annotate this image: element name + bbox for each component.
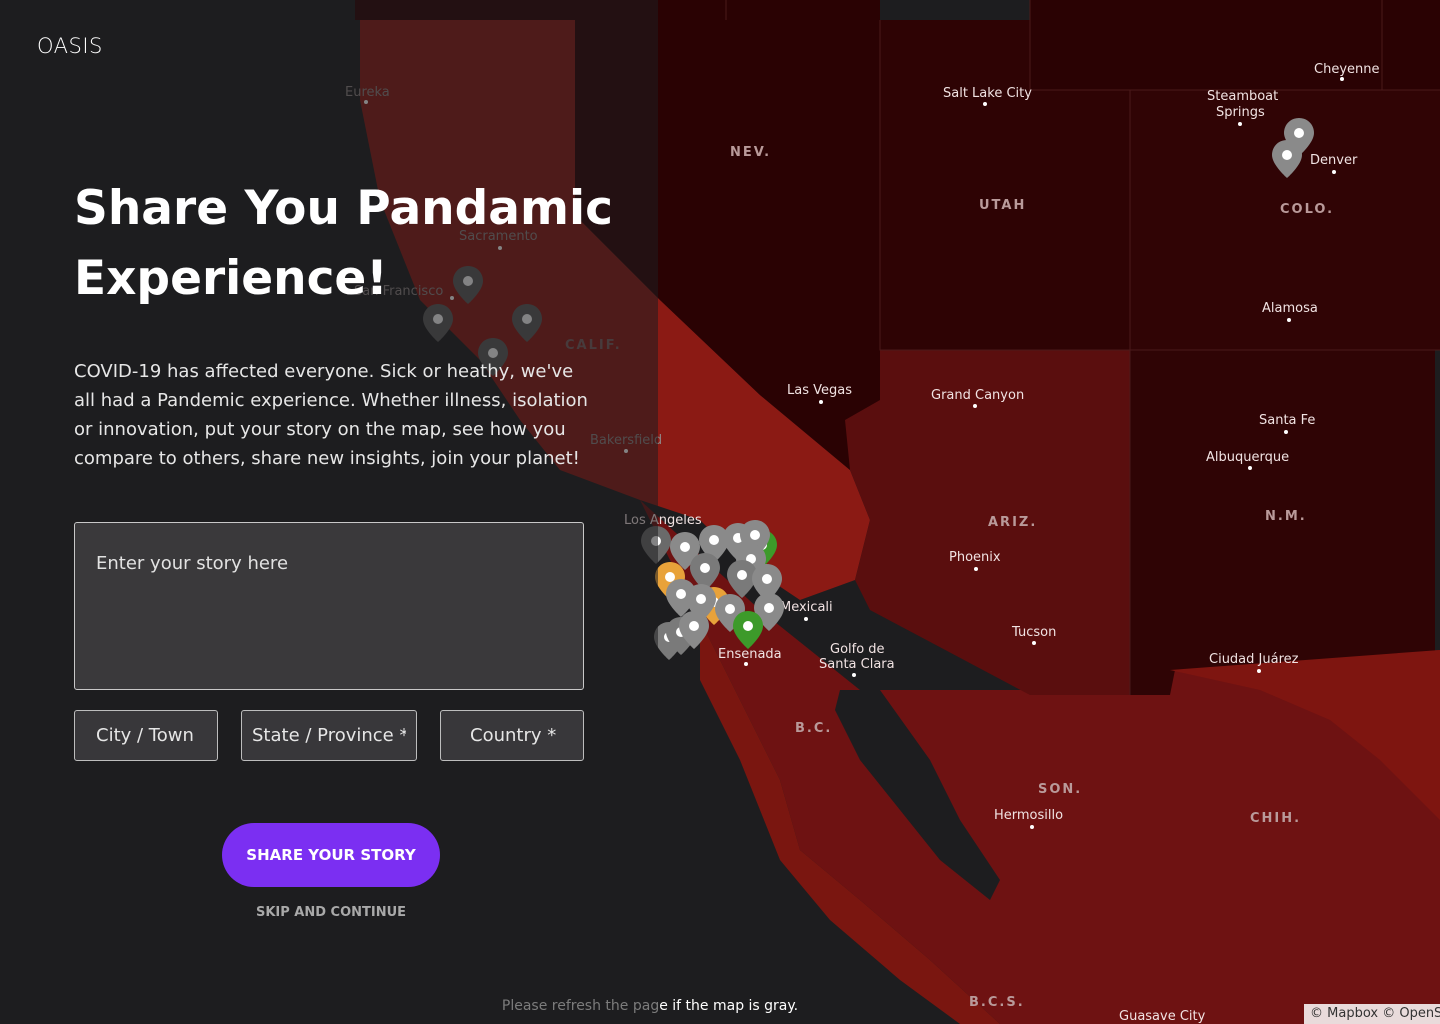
country-field[interactable] (440, 710, 584, 761)
app-logo[interactable]: OASIS (37, 34, 103, 58)
city-label-mexicali: Mexicali (780, 600, 833, 615)
city-label-phoenix: Phoenix (949, 550, 1001, 565)
state-label-bc: B.C. (795, 721, 832, 736)
refresh-note-faded: Please refresh the pag (501, 998, 660, 1014)
state-field[interactable] (241, 710, 417, 761)
page-title: Share You Pandamic Experience! (74, 181, 613, 306)
intro-text: COVID-19 has affected everyone. Sick or … (74, 361, 588, 469)
map-attribution[interactable]: © Mapbox © OpenS (1304, 1004, 1440, 1024)
state-label-utah: UTAH (979, 198, 1026, 213)
city-label-bakersfield: Bakersfield (590, 433, 662, 448)
city-label-santa-clara: Santa Clara (819, 657, 895, 672)
city-label-albuquerque: Albuquerque (1206, 450, 1289, 465)
city-input[interactable] (75, 711, 217, 760)
city-label-springs: Springs (1216, 105, 1265, 120)
city-label-tucson: Tucson (1011, 625, 1056, 640)
city-label-salt-lake-city: Salt Lake City (943, 86, 1032, 101)
city-label-alamosa: Alamosa (1262, 301, 1318, 316)
city-field[interactable] (74, 710, 218, 761)
city-label-steamboat: Steamboat (1207, 89, 1278, 104)
story-field[interactable] (74, 522, 584, 690)
state-label-nm: N.M. (1265, 509, 1307, 524)
refresh-note-rest: e if the map is gray. (659, 998, 799, 1014)
state-label-chih: CHIH. (1250, 811, 1301, 826)
state-label-ariz: ARIZ. (988, 515, 1037, 530)
country-input[interactable] (441, 711, 583, 760)
state-label-son: SON. (1038, 782, 1082, 797)
state-label-bcs: B.C.S. (969, 995, 1025, 1010)
state-label-nev: NEV. (730, 145, 771, 160)
city-label-guasave-city: Guasave City (1119, 1009, 1206, 1024)
city-label-ensenada: Ensenada (718, 647, 782, 662)
share-story-button[interactable]: SHARE YOUR STORY (222, 823, 440, 887)
city-label-eureka: Eureka (345, 85, 390, 100)
city-label-las-vegas: Las Vegas (787, 383, 852, 398)
city-label-cheyenne: Cheyenne (1314, 62, 1379, 77)
map-canvas[interactable]: NEV. UTAH COLO. CALIF. ARIZ. N.M. B.C. S… (0, 0, 1440, 1024)
city-label-los-angeles: Los Angeles (624, 513, 702, 528)
story-input[interactable] (75, 523, 583, 689)
skip-continue-link[interactable]: SKIP AND CONTINUE (222, 905, 440, 920)
state-label-colo: COLO. (1280, 202, 1334, 217)
refresh-note: Please refresh the page if the map is gr… (440, 998, 860, 1014)
city-label-hermosillo: Hermosillo (994, 808, 1063, 823)
city-label-grand-canyon: Grand Canyon (931, 388, 1024, 403)
city-label-ciudad-juarez: Ciudad Juárez (1209, 652, 1299, 667)
state-label-calif: CALIF. (565, 338, 622, 353)
state-input[interactable] (242, 711, 416, 760)
city-label-denver: Denver (1310, 153, 1358, 168)
city-label-golfo-de: Golfo de (830, 642, 885, 657)
map[interactable]: NEV. UTAH COLO. CALIF. ARIZ. N.M. B.C. S… (0, 0, 1440, 1024)
city-label-santa-fe: Santa Fe (1259, 413, 1315, 428)
